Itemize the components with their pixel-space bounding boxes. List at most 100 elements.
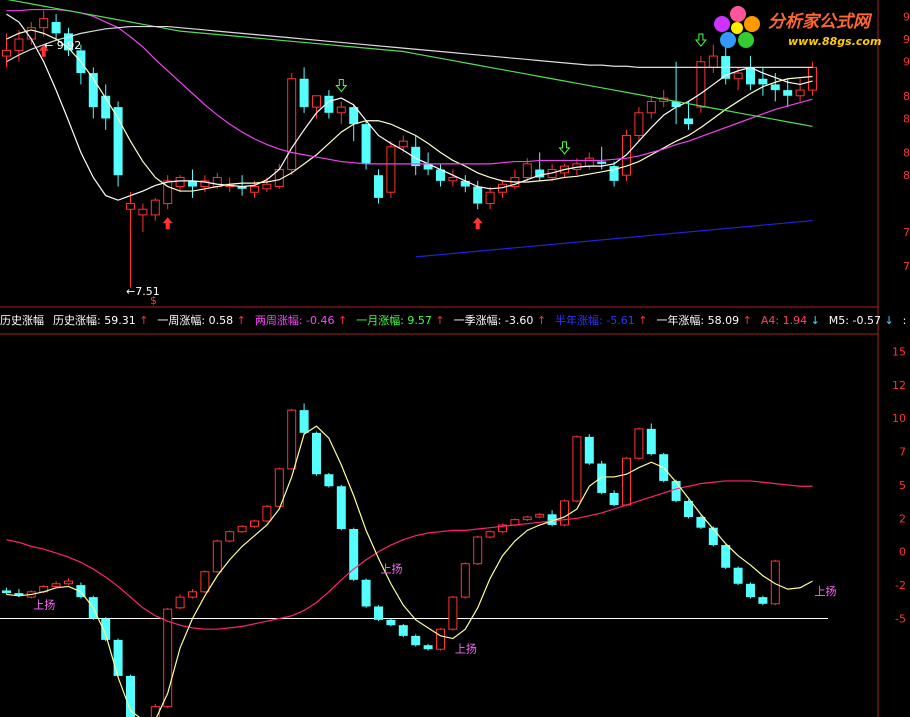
price-candle-up [14, 38, 24, 51]
osc-candle-down [646, 428, 656, 455]
osc-candle-up [287, 409, 297, 470]
price-candle-down [473, 186, 483, 204]
osc-candle-down [423, 645, 433, 650]
osc-candle-down [597, 463, 607, 493]
indicator-item: 历史涨幅: 59.31 ↑ [53, 314, 148, 327]
indicator-item: 一周涨幅: 0.58 ↑ [157, 314, 245, 327]
price-candle-up [287, 78, 297, 171]
indicator-item: : 1 [903, 314, 910, 327]
price-candle-up [212, 176, 222, 188]
osc-candle-up [212, 540, 222, 573]
price-line-ma20 [6, 8, 813, 165]
price-candle-down [361, 124, 371, 164]
price-tick-label: 7 [903, 260, 910, 273]
indicator-item: 一月涨幅: 9.57 ↑ [356, 314, 444, 327]
osc-candle-down [324, 474, 334, 487]
osc-candle-down [733, 567, 743, 584]
osc-tick-label: 0 [899, 546, 906, 559]
indicator-item: 一年涨幅: 58.09 ↑ [656, 313, 751, 327]
price-candle-up [696, 61, 706, 108]
price-tick-label: 9 [903, 10, 910, 23]
osc-candle-down [758, 597, 768, 604]
price-candle-up [138, 208, 148, 216]
price-candle-up [522, 163, 532, 178]
price-candle-down [374, 175, 383, 198]
price-candle-up [126, 203, 135, 210]
indicator-item: A4: 1.94 ↓ [761, 314, 820, 327]
price-candle-up [708, 55, 718, 68]
price-candle-down [770, 84, 780, 91]
price-line-trend [415, 219, 813, 258]
osc-line-m5 [6, 425, 813, 717]
price-candle-up [398, 140, 408, 148]
osc-candle-down [386, 619, 396, 626]
osc-candle-down [684, 500, 693, 517]
osc-candle-up [560, 500, 569, 526]
osc-candle-down [2, 590, 11, 594]
osc-candle-up [51, 583, 61, 587]
site-logo: 分析家公式网 www.88gs.com [714, 6, 881, 48]
osc-candle-down [746, 583, 755, 598]
osc-candle-up [250, 520, 259, 527]
osc-candle-up [64, 580, 73, 585]
osc-candle-up [150, 706, 160, 717]
osc-candle-up [200, 571, 210, 593]
chart-frame [0, 0, 879, 717]
logo-name: 分析家公式网 [768, 12, 873, 32]
price-candle-up [2, 49, 11, 57]
indicator-item: M5: -0.57 ↓ [829, 314, 894, 327]
osc-candle-up [448, 596, 458, 630]
price-candle-up [808, 66, 817, 91]
osc-candle-up [262, 505, 272, 522]
osc-candle-up [175, 596, 185, 609]
osc-tick-label: 12 [892, 379, 906, 392]
rise-label: 上扬 [33, 597, 55, 611]
price-line-ma120 [6, 25, 813, 69]
osc-tick-label: 15 [892, 345, 906, 358]
price-candle-up [250, 186, 259, 193]
rise-label: 上扬 [815, 584, 837, 598]
price-candle-up [312, 95, 321, 108]
osc-candle-up [572, 436, 582, 502]
price-candle-up [795, 89, 805, 97]
buy-arrow-icon [472, 217, 483, 230]
price-tick-label: 7 [903, 226, 910, 239]
osc-candle-down [411, 635, 421, 646]
price-candle-up [634, 112, 644, 136]
price-candle-up [39, 18, 49, 29]
price-line-ma10 [6, 29, 813, 192]
osc-tick-label: -2 [895, 579, 906, 592]
osc-candle-down [374, 606, 383, 620]
oscillator-panel: 上扬上扬上扬上扬上扬 [0, 403, 837, 717]
osc-candle-up [535, 513, 545, 518]
price-candle-up [733, 72, 743, 80]
price-candle-up [485, 191, 495, 205]
price-tick-label: 9 [903, 33, 910, 46]
osc-candle-down [398, 625, 408, 636]
osc-candle-up [622, 457, 631, 506]
marker-label: $ [150, 294, 157, 307]
indicator-bar: 历史涨幅 历史涨幅: 59.31 ↑ 一周涨幅: 0.58 ↑ 两周涨幅: -0.46… [0, 313, 910, 327]
rise-label: 上扬 [455, 642, 477, 656]
price-candle-down [684, 118, 693, 125]
indicator-item: 半年涨幅: -5.61 ↑ [555, 313, 647, 327]
sell-arrow-icon [335, 78, 348, 93]
osc-tick-label: 10 [892, 412, 906, 425]
price-line-ma5 [6, 13, 813, 201]
osc-candle-down [361, 579, 371, 607]
osc-candle-down [708, 527, 718, 546]
price-line-ma60 [6, 0, 813, 127]
osc-candle-up [460, 563, 470, 598]
osc-candle-up [485, 531, 495, 538]
price-candle-down [758, 78, 768, 85]
osc-tick-label: 5 [899, 479, 906, 492]
osc-candle-up [237, 525, 247, 533]
osc-candle-down [312, 432, 321, 475]
osc-tick-label: 2 [899, 512, 906, 525]
price-candle-up [175, 176, 185, 188]
indicator-item: 一季涨幅: -3.60 ↑ [454, 314, 546, 327]
price-candle-up [448, 176, 458, 182]
price-tick-label: 8 [903, 90, 910, 103]
price-tick-label: 8 [903, 147, 910, 160]
logo-url: www.88gs.com [788, 35, 881, 48]
